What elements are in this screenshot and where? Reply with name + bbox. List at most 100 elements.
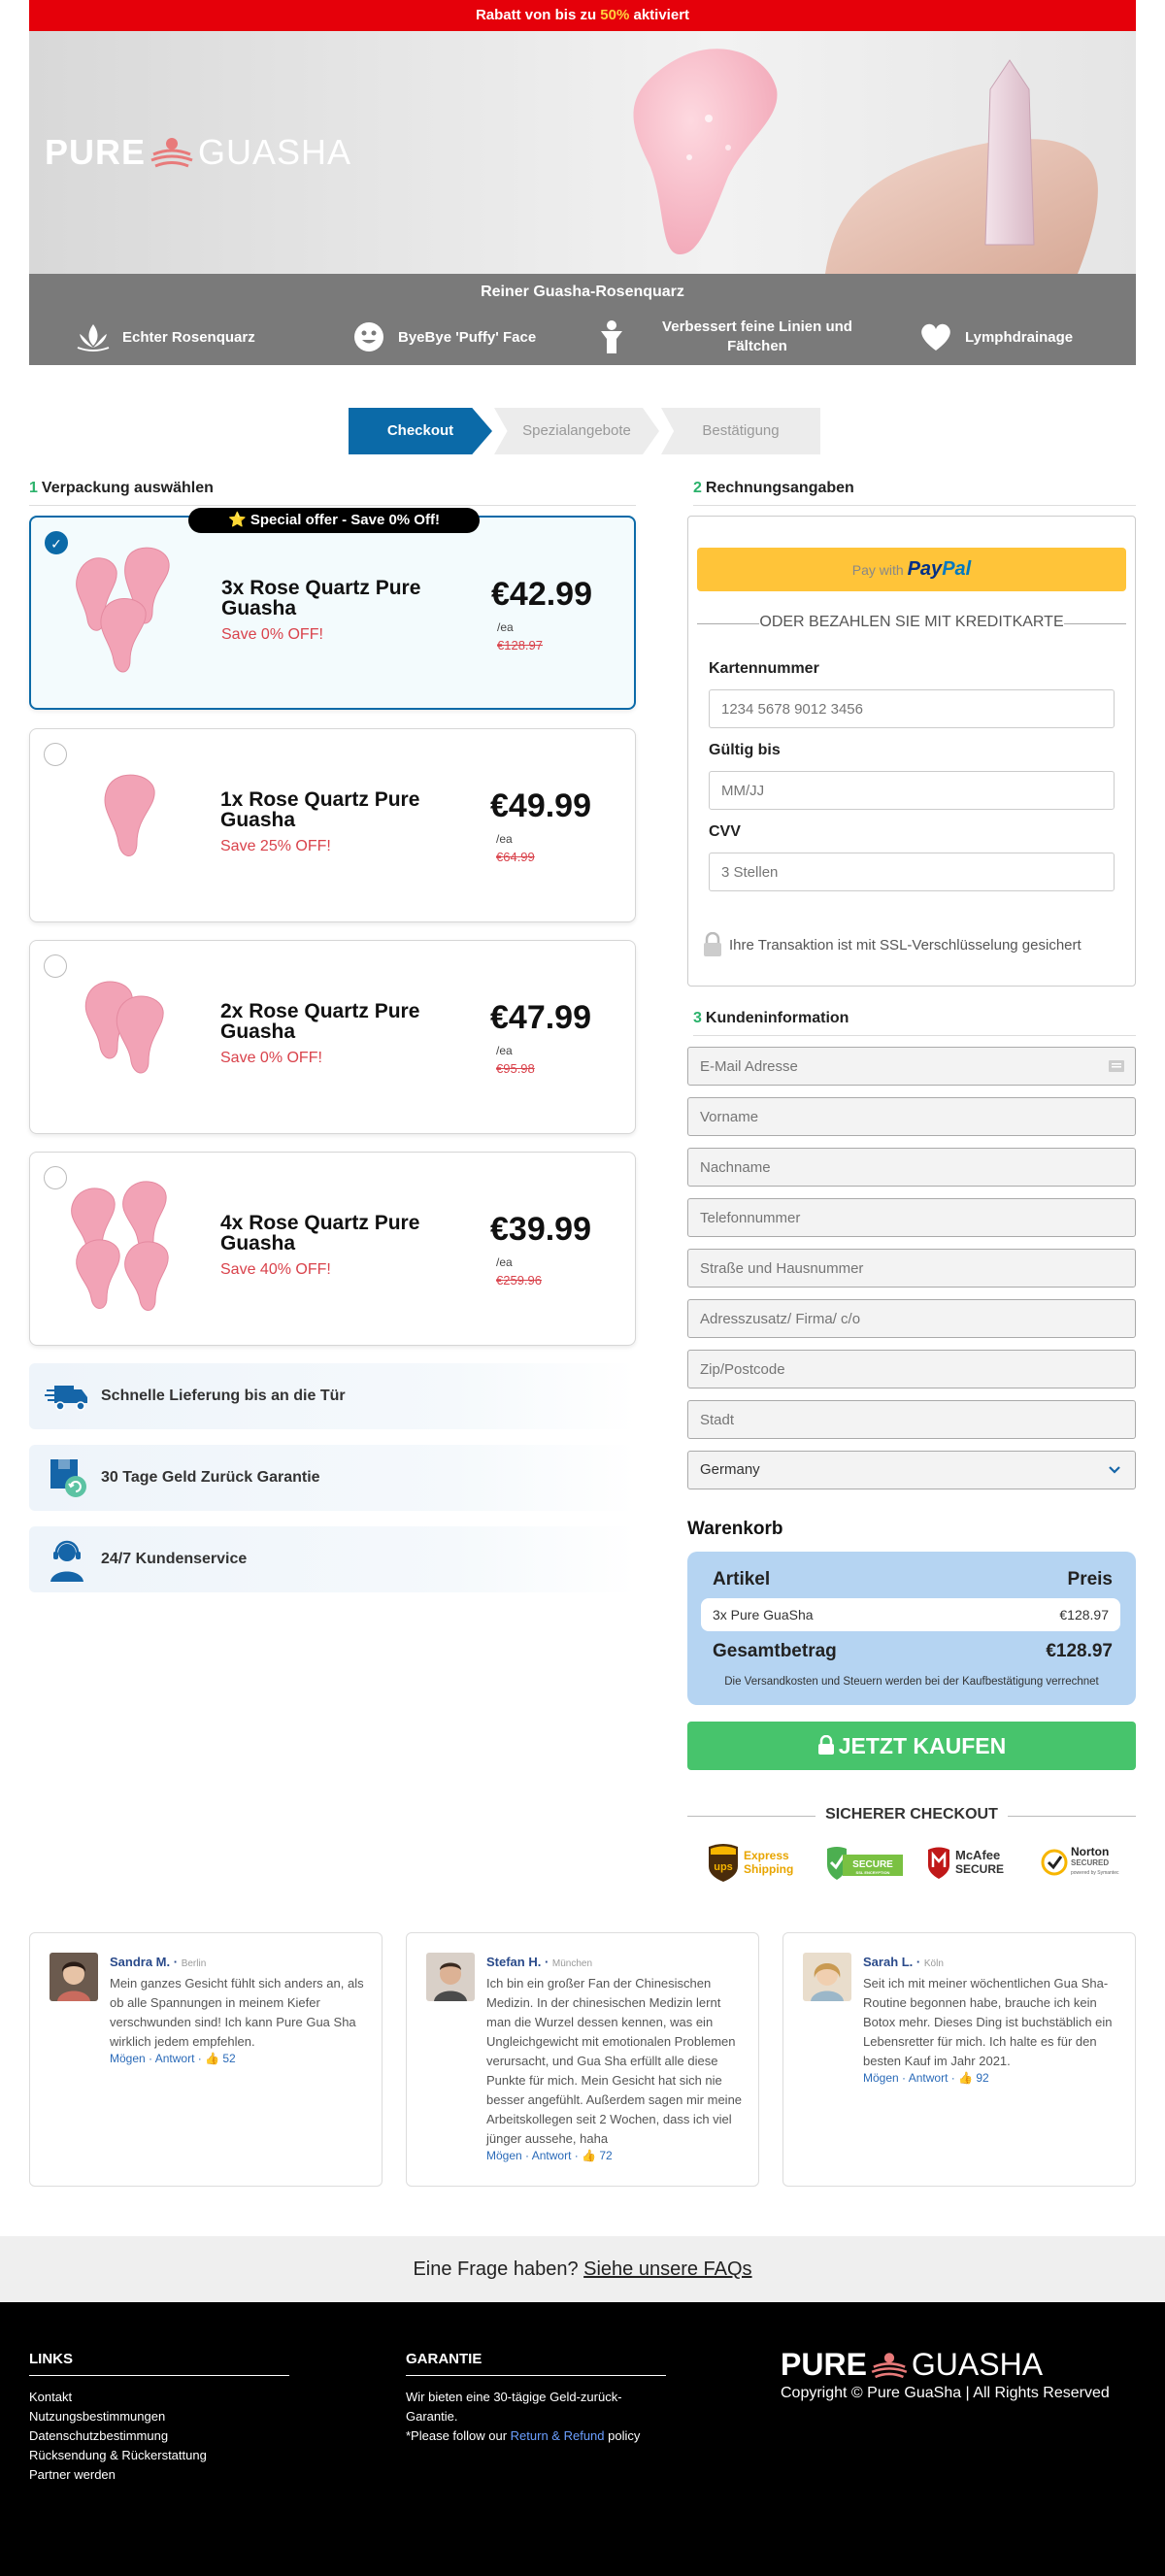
like-count: 52 <box>222 2052 236 2065</box>
norton-check-icon <box>1041 1849 1068 1876</box>
headset-support-icon <box>50 1540 83 1582</box>
logo-pure: PURE <box>781 2347 867 2382</box>
lock-icon <box>704 932 721 956</box>
step-confirmation[interactable]: Bestätigung <box>661 408 820 454</box>
feature-item: Lymphdrainage <box>918 313 1073 361</box>
paypal-button[interactable]: Pay with PayPal <box>697 548 1126 591</box>
expiry-input[interactable] <box>709 771 1115 810</box>
footer-link[interactable]: Kontakt <box>29 2388 289 2407</box>
refund-link[interactable]: Return & Refund <box>511 2428 605 2443</box>
package-price: €47.99 <box>490 999 591 1036</box>
ups-shield-icon: ups <box>709 1844 738 1882</box>
reviewer: Sarah L. · Köln <box>863 1955 944 1969</box>
svg-text:SSL ENCRYPTION: SSL ENCRYPTION <box>856 1870 890 1875</box>
first-name-input[interactable] <box>687 1097 1136 1136</box>
packaging-heading: 1 Verpackung auswählen <box>29 480 636 506</box>
country-select[interactable]: Germany <box>687 1451 1136 1489</box>
faq-link[interactable]: Siehe unsere FAQs <box>583 2258 751 2280</box>
package-option-3x[interactable]: ✓ ⭐ Special offer - Save 0% Off! 3x Rose… <box>29 508 636 710</box>
customer-heading: 3 Kundeninformation <box>693 1010 1136 1036</box>
buy-now-button[interactable]: JETZT KAUFEN <box>687 1722 1136 1770</box>
secure-ssl-badge: SECURE SSL ENCRYPTION <box>823 1841 905 1884</box>
review-text: Ich bin ein großer Fan der Chinesischen … <box>486 1976 743 2146</box>
discount-percent: 50% <box>600 7 630 23</box>
section-title: Kundeninformation <box>705 1010 849 1026</box>
lock-icon <box>817 1734 834 1755</box>
like-link[interactable]: Mögen <box>486 2149 522 2162</box>
section-title: Verpackung auswählen <box>41 480 214 496</box>
ups-bottom: Shipping <box>744 1862 794 1876</box>
expiry-label: Gültig bis <box>709 742 781 758</box>
package-old-price: €128.97 <box>497 638 543 652</box>
review-card: Sandra M. · Berlin Mein ganzes Gesicht f… <box>29 1932 383 2187</box>
thumbs-up-icon: 👍 <box>582 2149 597 2162</box>
total-label: Gesamtbetrag <box>713 1641 837 1661</box>
package-option-2x[interactable]: 2x Rose Quartz Pure Guasha Save 0% OFF! … <box>29 940 636 1134</box>
like-count: 92 <box>976 2071 989 2085</box>
avatar <box>803 1953 851 2001</box>
contact-card-icon <box>1109 1060 1124 1072</box>
svg-text:ups: ups <box>714 1861 733 1873</box>
package-save: Save 25% OFF! <box>220 838 331 854</box>
cart-col-price: Preis <box>1067 1569 1113 1589</box>
email-input[interactable] <box>687 1047 1136 1086</box>
review-card: Sarah L. · Köln Seit ich mit meiner wöch… <box>782 1932 1136 2187</box>
city-input[interactable] <box>687 1400 1136 1439</box>
footer-logo: PURE GUASHA <box>781 2347 1110 2383</box>
norton-top: Norton <box>1071 1844 1110 1858</box>
money-back-icon <box>50 1459 86 1497</box>
step-checkout[interactable]: Checkout <box>349 408 492 454</box>
payment-box: Pay with PayPal ODER BEZAHLEN SIE MIT KR… <box>687 516 1136 987</box>
logo-pure: PURE <box>45 132 147 172</box>
like-link[interactable]: Mögen <box>110 2052 146 2065</box>
card-number-input[interactable] <box>709 689 1115 728</box>
cart-col-item: Artikel <box>713 1569 771 1589</box>
discount-banner: Rabatt von bis zu 50% aktiviert <box>29 0 1136 31</box>
ssl-notice: Ihre Transaktion ist mit SSL-Verschlüsse… <box>702 932 1082 957</box>
like-link[interactable]: Mögen <box>863 2071 899 2085</box>
footer-links-title: LINKS <box>29 2351 289 2376</box>
footer-link[interactable]: Nutzungsbestimmungen <box>29 2407 289 2426</box>
footer-link[interactable]: Rücksendung & Rückerstattung <box>29 2446 289 2465</box>
reply-link[interactable]: Antwort <box>155 2052 195 2065</box>
street-input[interactable] <box>687 1249 1136 1288</box>
section-number: 1 <box>29 480 38 496</box>
zip-input[interactable] <box>687 1350 1136 1388</box>
feature-item: Verbessert feine Linien und Fältchen <box>594 313 885 361</box>
logo-mark-icon <box>871 2352 908 2378</box>
buy-now-label: JETZT KAUFEN <box>838 1733 1007 1758</box>
section-title: Rechnungsangaben <box>705 480 854 496</box>
feature-label: ByeBye 'Puffy' Face <box>398 328 537 346</box>
reviewer: Stefan H. · München <box>486 1955 593 1969</box>
footer-links: LINKS Kontakt Nutzungsbestimmungen Daten… <box>29 2351 289 2485</box>
logo-mark-icon <box>150 138 193 168</box>
phone-input[interactable] <box>687 1198 1136 1237</box>
mcafee-shield-icon <box>928 1847 949 1879</box>
footer-link[interactable]: Partner werden <box>29 2465 289 2485</box>
reply-link[interactable]: Antwort <box>532 2149 572 2162</box>
lotus-icon <box>76 319 111 354</box>
package-name: 3x Rose Quartz Pure Guasha <box>221 577 421 619</box>
package-save: Save 40% OFF! <box>220 1261 331 1278</box>
package-option-1x[interactable]: 1x Rose Quartz Pure Guasha Save 25% OFF!… <box>29 728 636 922</box>
like-count: 72 <box>599 2149 613 2162</box>
discount-suffix: aktiviert <box>629 7 690 23</box>
package-option-4x[interactable]: 4x Rose Quartz Pure Guasha Save 40% OFF!… <box>29 1152 636 1346</box>
package-old-price: €95.98 <box>496 1061 535 1076</box>
thumbs-up-icon: 👍 <box>958 2071 974 2085</box>
address-extra-input[interactable] <box>687 1299 1136 1338</box>
step-special-offers[interactable]: Spezialangebote <box>494 408 659 454</box>
last-name-input[interactable] <box>687 1148 1136 1187</box>
paypal-prefix: Pay with <box>851 562 904 578</box>
review-text: Seit ich mit meiner wöchentlichen Gua Sh… <box>863 1976 1113 2068</box>
footer-link[interactable]: Datenschutzbestimmung <box>29 2426 289 2446</box>
cart-title: Warenkorb <box>687 1519 783 1539</box>
feature-item: Echter Rosenquarz <box>76 313 255 361</box>
package-name: 4x Rose Quartz Pure Guasha <box>220 1212 420 1255</box>
pay-divider: ODER BEZAHLEN SIE MIT KREDITKARTE <box>697 614 1126 631</box>
cvv-input[interactable] <box>709 853 1115 891</box>
faq-bar: Eine Frage haben? Siehe unsere FAQs <box>0 2236 1165 2302</box>
guarantee-follow: *Please follow our Return & Refund polic… <box>406 2428 641 2443</box>
avatar <box>50 1953 98 2001</box>
reply-link[interactable]: Antwort <box>909 2071 949 2085</box>
